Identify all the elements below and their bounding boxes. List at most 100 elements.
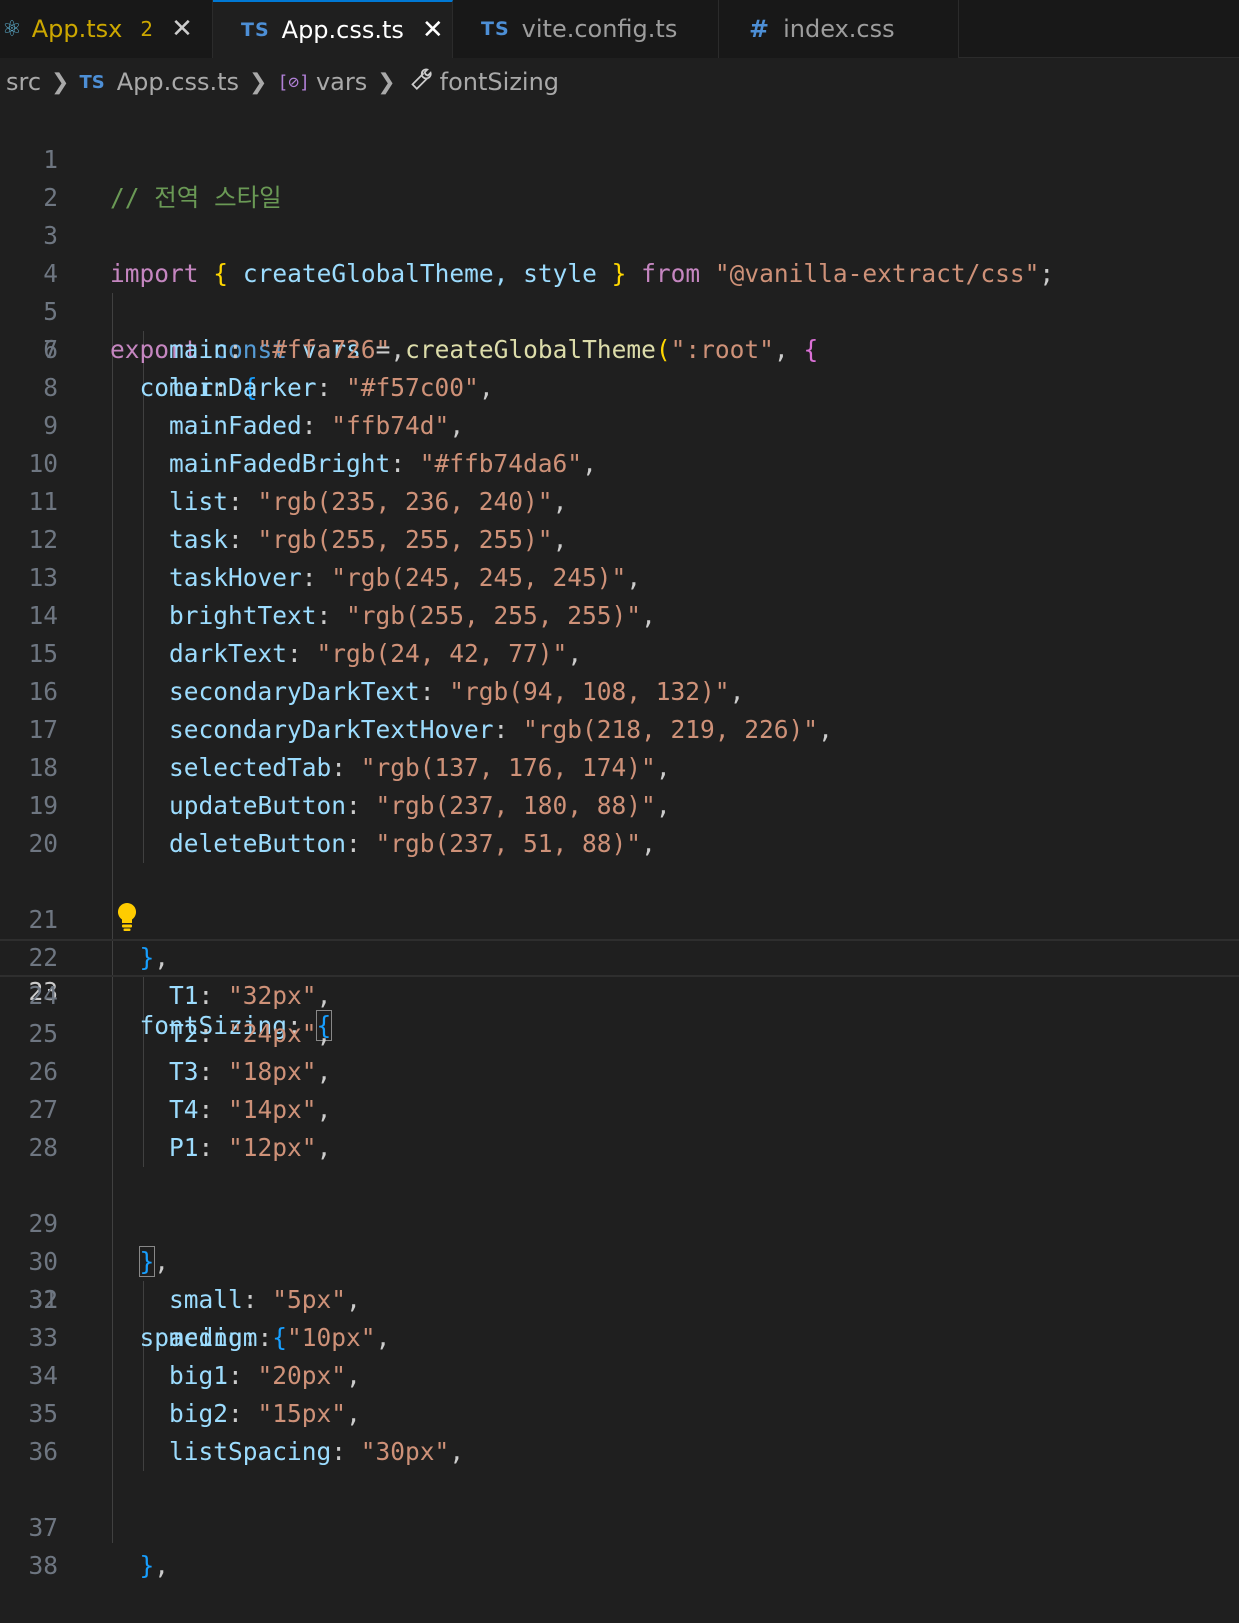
code-line: 17 secondaryDarkTextHover: "rgb(218, 219… <box>0 711 1239 749</box>
code-line: 7 main: "#ffa726", <box>0 331 1239 369</box>
line-number: 20 <box>28 829 58 858</box>
breadcrumb-item-fontsizing[interactable]: fontSizing <box>440 68 559 96</box>
code-line: 15 darkText: "rgb(24, 42, 77)", <box>0 635 1239 673</box>
line-number: 28 <box>28 1133 58 1162</box>
code-line: 2 <box>0 141 1239 212</box>
code-line: 29 }, <box>0 1167 1239 1277</box>
line-number: 34 <box>28 1361 58 1390</box>
code-line: 30 <box>0 1205 1239 1276</box>
code-line: 22 <box>0 901 1239 972</box>
line-number: 38 <box>28 1551 58 1580</box>
tab-label: index.css <box>783 15 895 43</box>
property-token: main <box>169 335 229 364</box>
property-token: T1 <box>169 981 199 1010</box>
code-line: 32 small: "5px", <box>0 1281 1239 1319</box>
code-line: 6 color: { <box>0 293 1239 402</box>
property-token: P1 <box>169 1133 199 1162</box>
property-token: darkText <box>169 639 288 668</box>
breadcrumb: src ❯ TS App.css.ts ❯ [⊘] vars ❯ fontSiz… <box>0 58 1239 106</box>
line-number: 19 <box>28 791 58 820</box>
tab-label: vite.config.ts <box>521 15 678 43</box>
string-token: "ffb74d" <box>331 411 450 440</box>
code-line: 8 mainDarker: "#f57c00", <box>0 369 1239 407</box>
tab-index-css[interactable]: # index.css <box>719 0 959 58</box>
string-token: "rgb(255, 255, 255)" <box>346 601 642 630</box>
code-line: 10 mainFadedBright: "#ffb74da6", <box>0 445 1239 483</box>
string-token: "rgb(94, 108, 132)" <box>449 677 730 706</box>
typescript-icon: TS <box>241 19 270 41</box>
code-line: 5 export const vars = createGlobalTheme(… <box>0 255 1239 364</box>
line-number: 15 <box>28 639 58 668</box>
line-number: 32 <box>28 1285 58 1314</box>
string-token: "18px" <box>228 1057 317 1086</box>
string-token: "24px" <box>228 1019 317 1048</box>
breadcrumb-item-vars[interactable]: vars <box>316 68 367 96</box>
line-number: 36 <box>28 1437 58 1466</box>
string-token: "14px" <box>228 1095 317 1124</box>
tab-app-tsx[interactable]: ⚛ App.tsx 2 ✕ <box>0 0 213 58</box>
property-token: big1 <box>169 1361 229 1390</box>
property-token: task <box>169 525 229 554</box>
code-line-current: 23 fontSizing: { <box>0 939 1239 1041</box>
code-line: 14 brightText: "rgb(255, 255, 255)", <box>0 597 1239 635</box>
string-token: "rgb(237, 51, 88)" <box>375 829 642 858</box>
code-editor[interactable]: 1 // 전역 스타일 2 3 import { createGlobalThe… <box>0 103 1239 1580</box>
code-line: 28 P1: "12px", <box>0 1129 1239 1167</box>
string-token: "rgb(218, 219, 226)" <box>523 715 819 744</box>
line-number: 33 <box>28 1323 58 1352</box>
property-token: T4 <box>169 1095 199 1124</box>
string-token: "12px" <box>228 1133 317 1162</box>
line-number: 9 <box>43 411 58 440</box>
line-number: 26 <box>28 1057 58 1086</box>
wrench-icon <box>406 66 432 98</box>
chevron-right-icon: ❯ <box>249 69 268 95</box>
code-line: 36 listSpacing: "30px", <box>0 1433 1239 1471</box>
line-number: 7 <box>43 335 58 364</box>
code-line: 24 T1: "32px", <box>0 977 1239 1015</box>
breadcrumb-item-src[interactable]: src <box>6 68 41 96</box>
string-token: "15px" <box>257 1399 347 1428</box>
property-token: mainFaded <box>169 411 302 440</box>
chevron-right-icon: ❯ <box>51 69 70 95</box>
tab-vite-config-ts[interactable]: TS vite.config.ts <box>453 0 719 58</box>
code-line: 12 task: "rgb(255, 255, 255)", <box>0 521 1239 559</box>
property-token: selectedTab <box>169 753 332 782</box>
property-token: big2 <box>169 1399 229 1428</box>
tab-app-css-ts[interactable]: TS App.css.ts ✕ <box>213 0 453 58</box>
tab-label: App.tsx <box>31 15 123 43</box>
close-icon[interactable]: ✕ <box>422 17 444 43</box>
line-number: 13 <box>28 563 58 592</box>
code-line: 3 import { createGlobalTheme, style } fr… <box>0 179 1239 288</box>
line-number: 14 <box>28 601 58 630</box>
string-token: "#f57c00" <box>346 373 479 402</box>
string-token: "rgb(245, 245, 245)" <box>331 563 627 592</box>
string-token: "#ffb74da6" <box>419 449 583 478</box>
code-line: 16 secondaryDarkText: "rgb(94, 108, 132)… <box>0 673 1239 711</box>
property-token: deleteButton <box>169 829 347 858</box>
line-number: 25 <box>28 1019 58 1048</box>
property-token: small <box>169 1285 243 1314</box>
code-line: 1 // 전역 스타일 <box>0 103 1239 212</box>
close-icon[interactable]: ✕ <box>171 16 193 42</box>
string-token: "rgb(237, 180, 88)" <box>375 791 656 820</box>
code-line: 21 }, <box>0 863 1239 972</box>
property-token: T2 <box>169 1019 199 1048</box>
code-line: 38 <box>0 1509 1239 1580</box>
code-line: 27 T4: "14px", <box>0 1091 1239 1129</box>
chevron-right-icon: ❯ <box>377 69 396 95</box>
string-token: "20px" <box>257 1361 347 1390</box>
property-token: list <box>169 487 229 516</box>
property-token: updateButton <box>169 791 347 820</box>
string-token: "rgb(24, 42, 77)" <box>316 639 568 668</box>
variable-symbol-icon: [⊘] <box>277 71 310 93</box>
string-token: "#ffa726" <box>257 335 391 364</box>
code-line: 34 big1: "20px", <box>0 1357 1239 1395</box>
code-line: 4 <box>0 217 1239 288</box>
breadcrumb-item-file[interactable]: App.css.ts <box>117 68 239 96</box>
property-token: taskHover <box>169 563 302 592</box>
line-number: 12 <box>28 525 58 554</box>
property-token: T3 <box>169 1057 199 1086</box>
property-token: brightText <box>169 601 317 630</box>
string-token: "rgb(235, 236, 240)" <box>257 487 553 516</box>
css-hash-icon: # <box>749 15 770 43</box>
